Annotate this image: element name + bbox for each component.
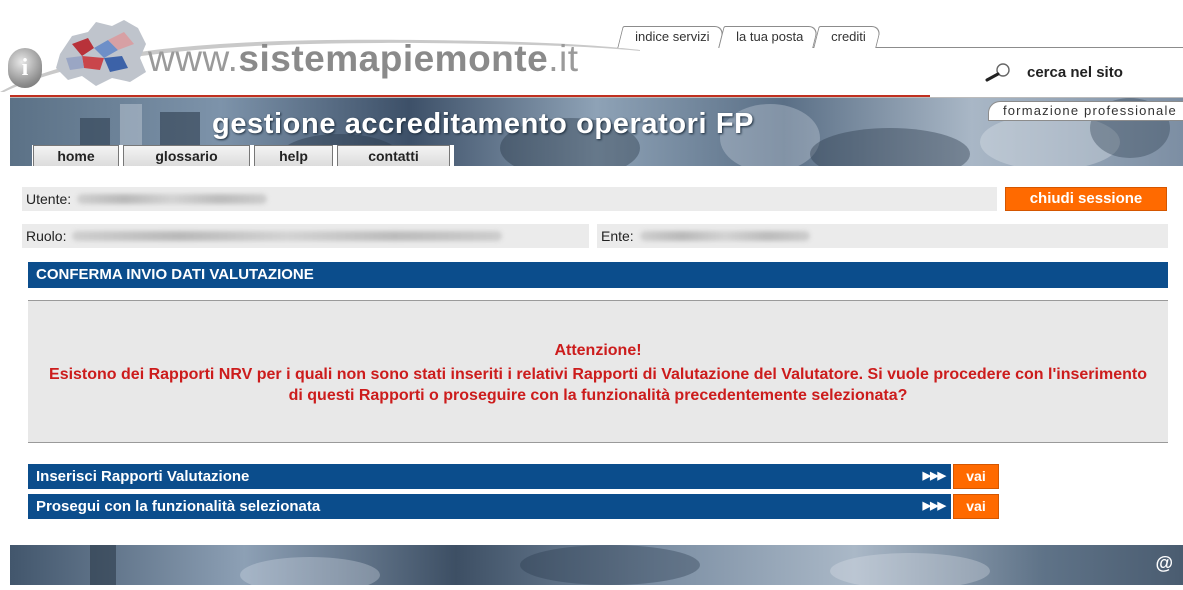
nav-help[interactable]: help [254,145,333,166]
search-magnifier-icon[interactable] [985,62,1011,82]
nav-home[interactable]: home [33,145,119,166]
close-session-button[interactable]: chiudi sessione [1005,187,1167,211]
arrows-icon: ▶▶▶ [922,500,946,512]
user-label: Utente: [26,191,72,207]
warning-box: Attenzione! Esistono dei Rapporti NRV pe… [28,301,1168,442]
role-label: Ruolo: [26,228,67,244]
info-icon[interactable]: i [8,48,42,88]
main-nav: home glossario help contatti [32,145,454,166]
entity-row: Ente: [597,224,1168,248]
warning-title: Attenzione! [554,342,642,359]
banner: gestione accreditamento operatori FP for… [10,98,1183,166]
user-value-redacted [77,194,268,204]
user-row: Utente: [22,187,997,211]
tab-indice-servizi[interactable]: indice servizi [617,26,726,48]
action-label[interactable]: Inserisci Rapporti Valutazione [36,468,249,485]
vai-button-inserisci[interactable]: vai [953,464,999,489]
site-search[interactable]: cerca nel sito [985,62,1123,82]
action-label[interactable]: Prosegui con la funzionalità selezionata [36,498,320,515]
role-value-redacted [72,231,503,241]
nav-contatti[interactable]: contatti [337,145,450,166]
vai-button-prosegui[interactable]: vai [953,494,999,519]
at-icon[interactable]: @ [1155,553,1173,574]
action-row-prosegui[interactable]: Prosegui con la funzionalità selezionata… [28,494,951,519]
entity-label: Ente: [601,228,634,244]
arrows-icon: ▶▶▶ [922,470,946,482]
piemonte-logo[interactable] [42,14,152,88]
top-tabs: indice servizi la tua posta crediti [617,26,882,48]
footer-banner: @ [10,545,1183,585]
section-title: CONFERMA INVIO DATI VALUTAZIONE [28,262,1168,288]
site-name[interactable]: www.sistemapiemonte.it [148,38,578,80]
tab-la-tua-posta[interactable]: la tua posta [718,26,820,48]
nav-glossario[interactable]: glossario [123,145,250,166]
entity-value-redacted [639,231,810,241]
search-label[interactable]: cerca nel sito [1027,64,1123,81]
footer-photo-collage [90,545,990,585]
warning-message: Esistono dei Rapporti NRV per i quali no… [49,366,1147,404]
site-header: i www.sistemapiemonte.it indice servizi … [0,0,1183,98]
page-title: gestione accreditamento operatori FP [212,108,755,140]
area-tab-formazione[interactable]: formazione professionale [987,101,1183,121]
action-row-inserisci[interactable]: Inserisci Rapporti Valutazione ▶▶▶ [28,464,951,489]
tab-crediti[interactable]: crediti [812,26,882,48]
divider-bottom [28,442,1168,443]
role-row: Ruolo: [22,224,589,248]
